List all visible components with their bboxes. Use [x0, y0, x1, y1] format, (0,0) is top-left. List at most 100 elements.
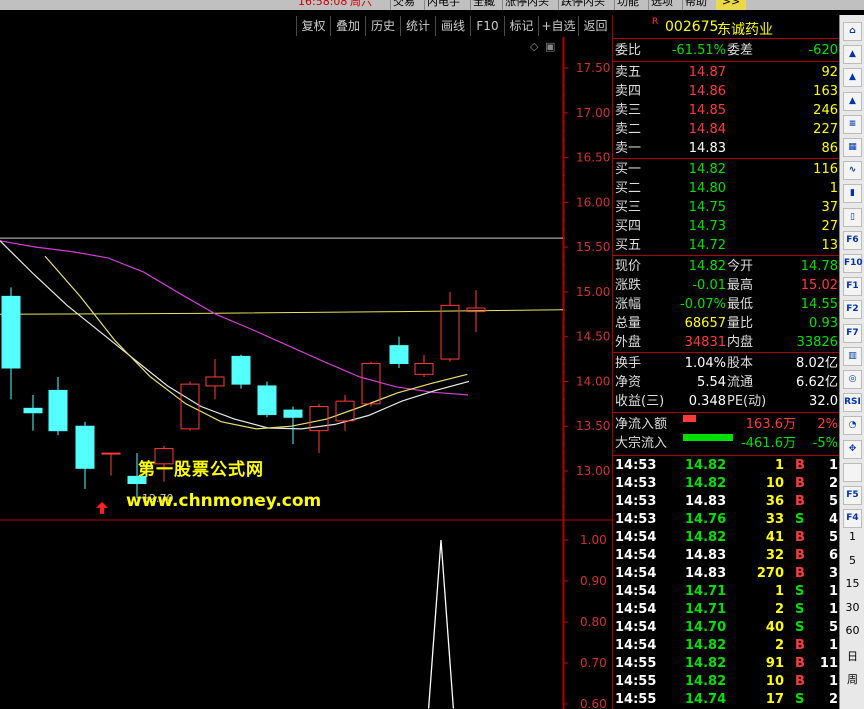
sell-row[interactable]: 卖二 14.84 227 — [613, 120, 840, 139]
fundamental-value: 8.02亿 — [796, 356, 838, 371]
sell-row[interactable]: 卖三 14.85 246 — [613, 101, 840, 120]
tick-side: B — [795, 494, 805, 509]
period-1[interactable]: 5 — [840, 554, 864, 567]
sell-price: 14.85 — [688, 103, 726, 118]
buy-row[interactable]: 买五 14.72 13 — [613, 236, 840, 255]
f1-icon[interactable]: F1 — [843, 277, 862, 297]
back-button[interactable]: 返回 — [578, 16, 612, 36]
tick-row[interactable]: 14:54 14.70 40 S 5 — [613, 619, 840, 637]
tick-row[interactable]: 14:55 14.82 91 B 11 — [613, 655, 840, 673]
fundamental-label: 股本 — [727, 356, 754, 371]
tick-row[interactable]: 14:53 14.76 33 S 4 — [613, 511, 840, 529]
menu-trade[interactable]: 交易 — [390, 0, 422, 10]
margin-mark: R — [652, 17, 659, 27]
tick-volume: 33 — [765, 512, 784, 527]
menu-function[interactable]: 功能 — [614, 0, 646, 10]
buy-row[interactable]: 买四 14.73 27 — [613, 217, 840, 236]
pie-icon[interactable]: ◔ — [843, 416, 862, 436]
history-button[interactable]: 历史 — [365, 16, 400, 36]
bars-icon[interactable]: ▥ — [843, 346, 862, 366]
buy-price: 14.73 — [688, 219, 726, 234]
period-0[interactable]: 1 — [840, 530, 864, 543]
f10-button[interactable]: F10 — [470, 16, 504, 36]
menu-limit-down[interactable]: 跌停内头 — [558, 0, 612, 10]
f4-icon[interactable]: F4 — [843, 509, 862, 529]
tick-row[interactable]: 14:54 14.83 32 B 6 — [613, 547, 840, 565]
period-4[interactable]: 60 — [840, 624, 864, 637]
curve-icon[interactable]: ∿ — [843, 161, 862, 181]
list-icon[interactable]: ≡ — [843, 114, 862, 134]
statistics-button[interactable]: 统计 — [400, 16, 435, 36]
menu-more-arrows[interactable]: >> — [716, 0, 746, 10]
tick-count: 1 — [828, 638, 838, 653]
kline-icon[interactable]: ▮ — [843, 184, 862, 204]
period-5[interactable]: 日 — [840, 648, 864, 664]
price-label: 17.50 — [576, 61, 610, 75]
f7-icon[interactable]: F7 — [843, 323, 862, 343]
f5-icon[interactable]: F5 — [843, 486, 862, 505]
menu-help[interactable]: 帮助 — [682, 0, 714, 10]
grid-icon[interactable]: ▦ — [843, 138, 862, 157]
up-icon[interactable]: ▲ — [843, 91, 862, 111]
tick-row[interactable]: 14:54 14.82 41 B 5 — [613, 529, 840, 547]
menu-limit-up[interactable]: 涨停内头 — [502, 0, 556, 10]
candle-icon[interactable]: ▯ — [843, 207, 862, 227]
home-icon[interactable]: ⌂ — [843, 22, 862, 41]
tick-row[interactable]: 14:53 14.82 1 B 1 — [613, 457, 840, 475]
stock-name: 东诚药业 — [717, 22, 773, 38]
fundamental-row: 换手 1.04% 股本 8.02亿 — [613, 354, 840, 373]
f10-icon[interactable]: F10 — [843, 254, 863, 273]
move-icon[interactable]: ✥ — [843, 439, 862, 459]
f6-icon[interactable]: F6 — [843, 230, 862, 250]
tick-volume: 1 — [774, 458, 784, 473]
stat-value: 0.93 — [809, 316, 838, 331]
tick-price: 14.76 — [685, 512, 727, 527]
tick-count: 2 — [828, 692, 838, 707]
window-icon: ▣ — [545, 40, 555, 53]
buy-row[interactable]: 买二 14.80 1 — [613, 179, 840, 198]
tick-volume: 40 — [765, 620, 784, 635]
menu-phone[interactable]: 内电手 — [424, 0, 468, 10]
buy-row[interactable]: 买一 14.82 116 — [613, 160, 840, 179]
tick-time: 14:53 — [615, 512, 657, 527]
period-6[interactable]: 周 — [840, 671, 864, 687]
stock-header[interactable]: R 002675 东诚药业 — [613, 15, 840, 39]
period-2[interactable]: 15 — [840, 577, 864, 590]
chart-canvas[interactable]: ◇ ▣ 17.50 17.00 16.50 16.00 15.50 15.00 14.50 14.… — [0, 37, 612, 709]
menu-hide-all[interactable]: 全藏 — [470, 0, 500, 10]
sell-level-label: 卖三 — [615, 103, 642, 118]
kline-chart[interactable]: ◇ ▣ 17.50 17.00 16.50 16.00 15.50 15.00 14.50 14.… — [0, 37, 612, 709]
f2-icon[interactable]: F2 — [843, 300, 862, 320]
menu-options[interactable]: 选项 — [648, 0, 680, 10]
mark-button[interactable]: 标记 — [504, 16, 538, 36]
blank-icon[interactable] — [843, 462, 862, 482]
overlay-button[interactable]: 叠加 — [330, 16, 365, 36]
up-icon[interactable]: ▲ — [843, 68, 862, 88]
adjust-button[interactable]: 复权 — [296, 16, 330, 36]
tick-row[interactable]: 14:54 14.71 2 S 1 — [613, 601, 840, 619]
rsi-icon[interactable]: RSI — [843, 393, 862, 413]
sell-volume: 92 — [821, 65, 838, 80]
period-3[interactable]: 30 — [840, 601, 864, 614]
sell-row[interactable]: 卖五 14.87 92 — [613, 63, 840, 82]
tick-row[interactable]: 14:55 14.74 17 S 2 — [613, 691, 840, 709]
up-icon[interactable]: ▲ — [843, 45, 862, 65]
tick-row[interactable]: 14:55 14.82 10 B 1 — [613, 673, 840, 691]
radar-icon[interactable]: ◎ — [843, 370, 862, 389]
tick-row[interactable]: 14:54 14.82 2 B 1 — [613, 637, 840, 655]
fundamental-value: 32.0 — [809, 394, 838, 409]
stat-value: -0.07% — [680, 297, 726, 312]
tick-side: B — [795, 656, 805, 671]
buy-row[interactable]: 买三 14.75 37 — [613, 198, 840, 217]
fundamental-label: 流通 — [727, 375, 754, 390]
tick-row[interactable]: 14:53 14.82 10 B 2 — [613, 475, 840, 493]
tick-row[interactable]: 14:54 14.71 1 S 1 — [613, 583, 840, 601]
sell-row[interactable]: 卖一 14.83 86 — [613, 139, 840, 158]
sell-row[interactable]: 卖四 14.86 163 — [613, 82, 840, 101]
stat-value: 14.82 — [688, 259, 726, 274]
add-watchlist-button[interactable]: +自选 — [538, 16, 578, 36]
draw-line-button[interactable]: 画线 — [435, 16, 470, 36]
tick-row[interactable]: 14:54 14.83 270 B 3 — [613, 565, 840, 583]
tick-row[interactable]: 14:53 14.83 36 B 5 — [613, 493, 840, 511]
candle-down — [1, 295, 21, 369]
